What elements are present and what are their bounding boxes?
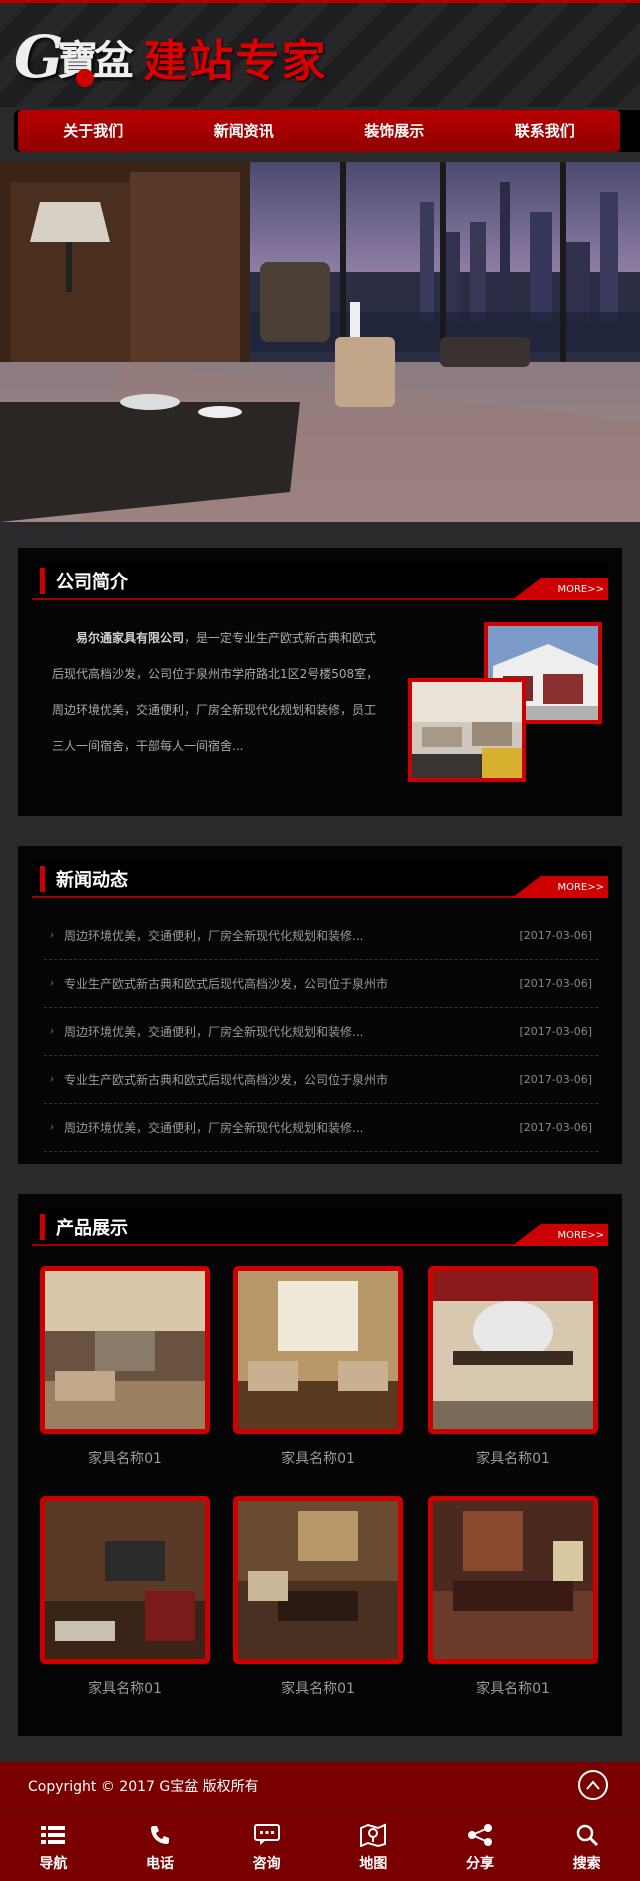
section-marker bbox=[40, 866, 45, 892]
product-card[interactable]: 家具名称01 bbox=[428, 1266, 598, 1468]
bullet-icon: › bbox=[50, 1074, 54, 1085]
main-nav: 关于我们 新闻资讯 装饰展示 联系我们 bbox=[14, 110, 640, 152]
product-card[interactable]: 家具名称01 bbox=[233, 1496, 403, 1698]
bottom-nav-menu[interactable]: 导航 bbox=[0, 1809, 107, 1881]
bottom-nav-label: 导航 bbox=[39, 1856, 68, 1872]
product-image bbox=[428, 1496, 598, 1664]
chevron-up-icon bbox=[586, 1780, 600, 1790]
company-name: 易尔通家具有限公司 bbox=[76, 631, 185, 645]
site-header: G 寶盆 建站专家 bbox=[0, 3, 640, 107]
product-name: 家具名称01 bbox=[88, 1451, 162, 1467]
about-text: 易尔通家具有限公司，是一定专业生产欧式新古典和欧式后现代高档沙发，公司位于泉州市… bbox=[52, 620, 382, 764]
section-marker bbox=[40, 568, 45, 594]
news-section: 新闻动态 MORE>> › 周边环境优美，交通便利，厂房全新现代化规划和装修..… bbox=[18, 846, 622, 1164]
news-item-date: [2017-03-06] bbox=[519, 977, 592, 990]
product-image bbox=[40, 1266, 210, 1434]
section-marker bbox=[40, 1214, 45, 1240]
back-to-top-button[interactable] bbox=[578, 1770, 608, 1800]
product-card[interactable]: 家具名称01 bbox=[428, 1496, 598, 1698]
product-image bbox=[40, 1496, 210, 1664]
bullet-icon: › bbox=[50, 1026, 54, 1037]
bullet-icon: › bbox=[50, 978, 54, 989]
news-item-date: [2017-03-06] bbox=[519, 1073, 592, 1086]
news-item-title: 周边环境优美，交通便利，厂房全新现代化规划和装修... bbox=[64, 929, 364, 943]
chat-icon bbox=[213, 1821, 320, 1849]
menu-icon bbox=[0, 1821, 107, 1849]
nav-item-showcase[interactable]: 装饰展示 bbox=[319, 110, 470, 152]
news-section-header: 新闻动态 MORE>> bbox=[32, 860, 608, 898]
nav-item-news[interactable]: 新闻资讯 bbox=[169, 110, 320, 152]
bottom-nav-label: 地图 bbox=[359, 1856, 388, 1872]
news-item-date: [2017-03-06] bbox=[519, 929, 592, 942]
logo-letter: G bbox=[14, 23, 64, 91]
product-image bbox=[233, 1266, 403, 1434]
products-section-header: 产品展示 MORE>> bbox=[32, 1208, 608, 1246]
product-name: 家具名称01 bbox=[281, 1451, 355, 1467]
bottom-nav-share[interactable]: 分享 bbox=[427, 1809, 534, 1881]
news-item[interactable]: › 专业生产欧式新古典和欧式后现代高档沙发，公司位于泉州市 [2017-03-0… bbox=[44, 960, 598, 1008]
bottom-toolbar: 导航 电话 咨询 地图 分享 搜索 bbox=[0, 1808, 640, 1881]
news-item-date: [2017-03-06] bbox=[519, 1121, 592, 1134]
bullet-icon: › bbox=[50, 1122, 54, 1133]
bottom-nav-label: 电话 bbox=[146, 1856, 174, 1872]
about-title: 公司简介 bbox=[56, 572, 128, 593]
product-name: 家具名称01 bbox=[88, 1681, 162, 1697]
news-title: 新闻动态 bbox=[56, 870, 128, 891]
news-item[interactable]: › 周边环境优美，交通便利，厂房全新现代化规划和装修... [2017-03-0… bbox=[44, 912, 598, 960]
products-section: 产品展示 MORE>> 家具名称01 家具名称01 家具名称01 家具名称01 bbox=[18, 1194, 622, 1736]
products-title: 产品展示 bbox=[56, 1218, 128, 1239]
product-card[interactable]: 家具名称01 bbox=[233, 1266, 403, 1468]
about-body: ，是一定专业生产欧式新古典和欧式后现代高档沙发，公司位于泉州市学府路北1区2号楼… bbox=[52, 631, 379, 753]
hero-banner-image bbox=[0, 162, 640, 522]
search-icon bbox=[533, 1821, 640, 1849]
product-name: 家具名称01 bbox=[281, 1681, 355, 1697]
site-footer: Copyright © 2017 G宝盆 版权所有 bbox=[0, 1762, 640, 1808]
product-image bbox=[233, 1496, 403, 1664]
bullet-icon: › bbox=[50, 930, 54, 941]
news-item-title: 周边环境优美，交通便利，厂房全新现代化规划和装修... bbox=[64, 1121, 364, 1135]
bottom-nav-label: 咨询 bbox=[252, 1856, 281, 1872]
news-item[interactable]: › 周边环境优美，交通便利，厂房全新现代化规划和装修... [2017-03-0… bbox=[44, 1008, 598, 1056]
news-item-date: [2017-03-06] bbox=[519, 1025, 592, 1038]
news-item-title: 周边环境优美，交通便利，厂房全新现代化规划和装修... bbox=[64, 1025, 364, 1039]
phone-icon bbox=[107, 1821, 214, 1849]
news-list: › 周边环境优美，交通便利，厂房全新现代化规划和装修... [2017-03-0… bbox=[44, 912, 598, 1152]
bottom-nav-search[interactable]: 搜索 bbox=[533, 1809, 640, 1881]
nav-item-contact[interactable]: 联系我们 bbox=[470, 110, 621, 152]
about-section: 公司简介 MORE>> 易尔通家具有限公司，是一定专业生产欧式新古典和欧式后现代… bbox=[18, 548, 622, 816]
bottom-nav-phone[interactable]: 电话 bbox=[107, 1809, 214, 1881]
news-item[interactable]: › 周边环境优美，交通便利，厂房全新现代化规划和装修... [2017-03-0… bbox=[44, 1104, 598, 1152]
news-item-title: 专业生产欧式新古典和欧式后现代高档沙发，公司位于泉州市 bbox=[64, 977, 389, 991]
bottom-nav-chat[interactable]: 咨询 bbox=[213, 1809, 320, 1881]
logo-slogan: 建站专家 bbox=[143, 36, 328, 87]
nav-item-about[interactable]: 关于我们 bbox=[18, 110, 169, 152]
news-item-title: 专业生产欧式新古典和欧式后现代高档沙发，公司位于泉州市 bbox=[64, 1073, 389, 1087]
share-icon bbox=[427, 1821, 534, 1849]
about-section-header: 公司简介 MORE>> bbox=[32, 562, 608, 600]
news-item[interactable]: › 专业生产欧式新古典和欧式后现代高档沙发，公司位于泉州市 [2017-03-0… bbox=[44, 1056, 598, 1104]
logo-seal-icon bbox=[76, 69, 94, 87]
product-card[interactable]: 家具名称01 bbox=[40, 1266, 210, 1468]
map-icon bbox=[320, 1821, 427, 1849]
product-name: 家具名称01 bbox=[476, 1451, 550, 1467]
product-image bbox=[428, 1266, 598, 1434]
product-name: 家具名称01 bbox=[476, 1681, 550, 1697]
bottom-nav-label: 搜索 bbox=[572, 1856, 601, 1872]
site-logo[interactable]: G 寶盆 建站专家 bbox=[14, 25, 328, 89]
bottom-nav-label: 分享 bbox=[466, 1856, 495, 1872]
product-card[interactable]: 家具名称01 bbox=[40, 1496, 210, 1698]
about-photo-room bbox=[408, 678, 526, 782]
bottom-nav-map[interactable]: 地图 bbox=[320, 1809, 427, 1881]
copyright-text: Copyright © 2017 G宝盆 版权所有 bbox=[28, 1779, 259, 1795]
